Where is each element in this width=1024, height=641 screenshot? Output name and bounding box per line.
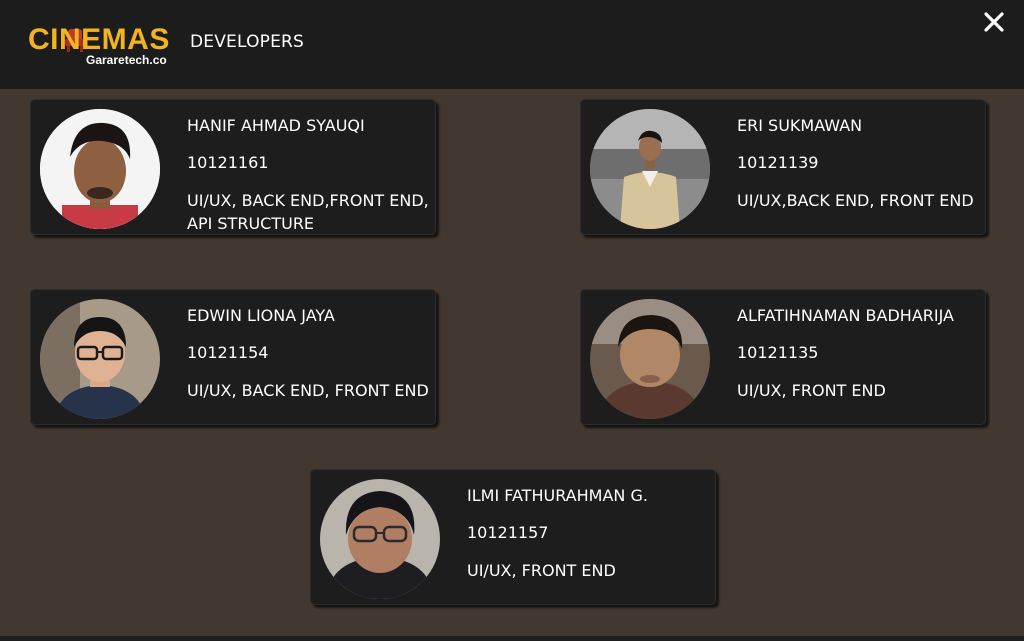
cinemas-logo: CINEMAS Gararetech.co — [28, 24, 180, 68]
developer-avatar — [40, 299, 160, 419]
page-title: DEVELOPERS — [190, 32, 305, 52]
developer-avatar — [40, 109, 160, 229]
developer-info: ERI SUKMAWAN 10121139 UI/UX,BACK END, FR… — [737, 115, 983, 212]
developer-role: UI/UX, BACK END, FRONT END — [187, 381, 429, 400]
developer-role: UI/UX, BACK END,FRONT END, API STRUCTURE — [187, 191, 429, 233]
developer-info: HANIF AHMAD SYAUQI 10121161 UI/UX, BACK … — [187, 115, 433, 235]
developer-nim: 10121161 — [187, 153, 269, 172]
developer-card: ILMI FATHURAHMAN G. 10121157 UI/UX, FRON… — [310, 469, 716, 605]
developer-role: UI/UX, FRONT END — [467, 561, 616, 580]
developer-name: EDWIN LIONA JAYA — [187, 306, 335, 325]
developer-avatar — [590, 299, 710, 419]
developer-nim: 10121135 — [737, 343, 819, 362]
developer-role: UI/UX,BACK END, FRONT END — [737, 191, 974, 210]
developer-card: HANIF AHMAD SYAUQI 10121161 UI/UX, BACK … — [30, 99, 436, 235]
developer-avatar — [320, 479, 440, 599]
logo-tagline: Gararetech.co — [86, 53, 167, 67]
developer-name: HANIF AHMAD SYAUQI — [187, 116, 365, 135]
app-header: CINEMAS Gararetech.co DEVELOPERS — [0, 0, 1024, 89]
developer-nim: 10121154 — [187, 343, 269, 362]
developer-card: EDWIN LIONA JAYA 10121154 UI/UX, BACK EN… — [30, 289, 436, 425]
developer-nim: 10121139 — [737, 153, 819, 172]
bottom-edge — [0, 636, 1024, 641]
developer-card: ERI SUKMAWAN 10121139 UI/UX,BACK END, FR… — [580, 99, 986, 235]
developer-info: EDWIN LIONA JAYA 10121154 UI/UX, BACK EN… — [187, 305, 433, 402]
developer-name: ILMI FATHURAHMAN G. — [467, 486, 648, 505]
developer-name: ALFATIHNAMAN BADHARIJA — [737, 306, 954, 325]
close-icon[interactable] — [980, 8, 1008, 36]
developer-name: ERI SUKMAWAN — [737, 116, 863, 135]
developer-info: ALFATIHNAMAN BADHARIJA 10121135 UI/UX, F… — [737, 305, 983, 402]
developer-role: UI/UX, FRONT END — [737, 381, 886, 400]
developer-avatar — [590, 109, 710, 229]
developer-card: ALFATIHNAMAN BADHARIJA 10121135 UI/UX, F… — [580, 289, 986, 425]
developer-nim: 10121157 — [467, 523, 549, 542]
developer-info: ILMI FATHURAHMAN G. 10121157 UI/UX, FRON… — [467, 485, 713, 582]
logo-wordmark: CINEMAS — [28, 23, 170, 56]
